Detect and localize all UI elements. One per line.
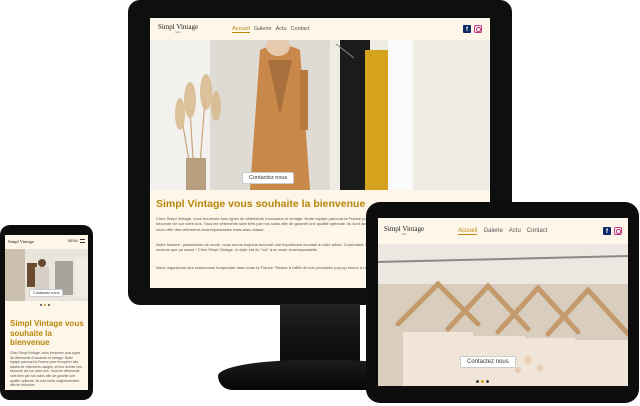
site-logo[interactable]: Simpl Vintage luxe xyxy=(158,24,198,34)
phone-hero-image: Contactez nous xyxy=(5,249,88,301)
nav-contact[interactable]: Contact xyxy=(291,26,310,33)
tablet-nav-contact[interactable]: Contact xyxy=(527,228,548,235)
phone-cta-button[interactable]: Contactez nous xyxy=(29,289,64,297)
tablet-instagram-icon[interactable] xyxy=(614,227,622,235)
tablet-social-links: f xyxy=(603,227,622,235)
hero-cta-button[interactable]: Contactez nous xyxy=(242,172,295,184)
tablet-hero-image: Contactez nous xyxy=(378,244,628,386)
desktop-header: Simpl Vintage luxe Accueil Galerie Actu … xyxy=(150,18,490,40)
phone-device: Simpl Vintage MENU Contactez nous Simpl … xyxy=(0,225,93,400)
phone-dot-1[interactable] xyxy=(40,304,42,306)
tablet-dot-3[interactable] xyxy=(486,380,489,383)
phone-screen: Simpl Vintage MENU Contactez nous Simpl … xyxy=(5,235,88,390)
facebook-icon[interactable]: f xyxy=(463,25,471,33)
tablet-cta-button[interactable]: Contactez nous xyxy=(460,356,516,368)
nav-accueil[interactable]: Accueil xyxy=(232,26,250,33)
phone-logo[interactable]: Simpl Vintage xyxy=(8,239,34,244)
hamburger-icon xyxy=(80,239,85,243)
hero-photo-woman-in-suit xyxy=(150,40,490,190)
phone-dot-3[interactable] xyxy=(48,304,50,306)
tablet-nav-accueil[interactable]: Accueil xyxy=(458,228,478,235)
nav-galerie[interactable]: Galerie xyxy=(254,26,272,33)
tablet-dot-1[interactable] xyxy=(476,380,479,383)
phone-menu-label: MENU xyxy=(67,239,78,243)
phone-menu-button[interactable]: MENU xyxy=(68,239,85,243)
social-links: f xyxy=(463,25,482,33)
tablet-nav-galerie[interactable]: Galerie xyxy=(483,228,502,235)
main-nav: Accueil Galerie Actu Contact xyxy=(232,26,313,33)
tablet-screen: Simpl Vintage luxe Accueil Galerie Actu … xyxy=(378,218,628,386)
phone-dot-2[interactable] xyxy=(44,304,46,306)
monitor-neck xyxy=(280,304,360,366)
tablet-header: Simpl Vintage luxe Accueil Galerie Actu … xyxy=(378,218,628,244)
tablet-nav-actu[interactable]: Actu xyxy=(509,228,521,235)
tablet-logo[interactable]: Simpl Vintage luxe xyxy=(384,226,424,236)
tablet-device: Simpl Vintage luxe Accueil Galerie Actu … xyxy=(366,202,639,403)
phone-paragraph: Chez Simpl Vintage, vous trouverez tous … xyxy=(10,351,83,388)
nav-actu[interactable]: Actu xyxy=(276,26,287,33)
tablet-nav: Accueil Galerie Actu Contact xyxy=(458,228,551,235)
phone-headline: Simpl Vintage vous souhaite la bienvenue xyxy=(10,319,84,347)
hero-image: Contactez nous xyxy=(150,40,490,190)
tablet-dot-2[interactable] xyxy=(481,380,484,383)
instagram-icon[interactable] xyxy=(474,25,482,33)
tablet-facebook-icon[interactable]: f xyxy=(603,227,611,235)
tablet-carousel-dots xyxy=(476,380,489,383)
phone-carousel-dots xyxy=(40,304,50,306)
